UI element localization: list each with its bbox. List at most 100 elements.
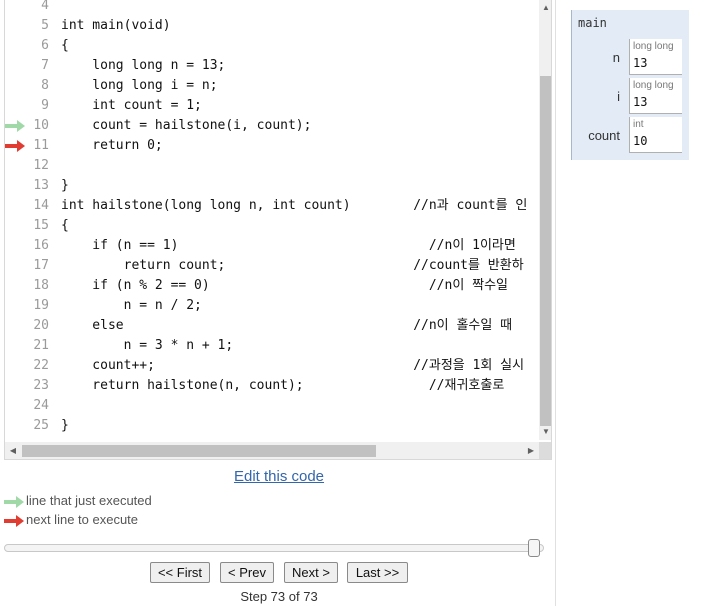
code-text: {	[61, 38, 69, 53]
code-text: long long n = 13;	[61, 58, 226, 73]
step-slider[interactable]	[4, 539, 544, 557]
line-number: 9	[41, 98, 49, 113]
code-line: 5 int main(void)	[5, 16, 539, 36]
variable-row-i: i long long 13	[572, 78, 690, 116]
line-number: 11	[33, 138, 49, 153]
variable-name: n	[612, 50, 620, 65]
line-gutter	[5, 196, 27, 216]
slider-track[interactable]	[4, 544, 544, 552]
code-line: 18 if (n % 2 == 0) //n이 짝수일	[5, 276, 539, 296]
scroll-up-icon[interactable]: ▲	[539, 0, 551, 16]
line-gutter	[5, 36, 27, 56]
line-gutter	[5, 0, 27, 16]
variable-value: 10	[633, 134, 648, 148]
line-number: 19	[33, 298, 49, 313]
line-gutter	[5, 316, 27, 336]
horizontal-scrollbar[interactable]: ◀ ▶	[5, 442, 539, 459]
variable-value-box: long long 13	[629, 78, 682, 114]
code-line: 7 long long n = 13;	[5, 56, 539, 76]
line-gutter	[5, 76, 27, 96]
red-arrow-icon	[4, 515, 24, 527]
line-gutter	[5, 256, 27, 276]
code-line: 24	[5, 396, 539, 416]
last-button[interactable]: Last >>	[347, 562, 408, 583]
variable-row-n: n long long 13	[572, 39, 690, 77]
line-number: 7	[41, 58, 49, 73]
line-gutter	[5, 276, 27, 296]
variable-value-box: int 10	[629, 117, 682, 153]
slider-handle[interactable]	[528, 539, 540, 557]
code-text: }	[61, 178, 69, 193]
frame-title: main	[578, 16, 607, 30]
line-number: 14	[33, 198, 49, 213]
line-number: 12	[33, 158, 49, 173]
code-line: 19 n = n / 2;	[5, 296, 539, 316]
line-number: 16	[33, 238, 49, 253]
line-gutter	[5, 376, 27, 396]
next-button[interactable]: Next >	[284, 562, 338, 583]
line-gutter	[5, 296, 27, 316]
code-line: 16 if (n == 1) //n이 1이라면	[5, 236, 539, 256]
code-text: count++; //과정을 1회 실시	[61, 358, 525, 373]
variable-name: i	[617, 89, 620, 104]
code-line: 9 int count = 1;	[5, 96, 539, 116]
line-number: 25	[33, 418, 49, 433]
line-gutter	[5, 396, 27, 416]
code-text: if (n % 2 == 0) //n이 짝수일	[61, 278, 508, 293]
code-line: 14 int hailstone(long long n, int count) …	[5, 196, 539, 216]
code-line: 22 count++; //과정을 1회 실시	[5, 356, 539, 376]
legend-next-label: next line to execute	[26, 512, 139, 527]
line-number: 6	[41, 38, 49, 53]
code-text: int hailstone(long long n, int count) //…	[61, 198, 528, 213]
code-text: else //n이 홀수일 때	[61, 318, 513, 333]
code-line: 23 return hailstone(n, count); //재귀호출로	[5, 376, 539, 396]
variable-value: 13	[633, 95, 648, 109]
stack-frame-main: main n long long 13 i long long 13 count…	[571, 10, 689, 160]
line-number: 13	[33, 178, 49, 193]
horizontal-scroll-thumb[interactable]	[22, 445, 376, 457]
line-gutter	[5, 56, 27, 76]
green-arrow-icon	[5, 116, 27, 136]
vertical-scrollbar[interactable]: ▲ ▼	[539, 0, 551, 440]
scroll-left-icon[interactable]: ◀	[5, 442, 21, 459]
line-number: 21	[33, 338, 49, 353]
scroll-right-icon[interactable]: ▶	[523, 442, 539, 459]
code-text: return count; //count를 반환하	[61, 258, 524, 273]
variable-name: count	[588, 128, 620, 143]
code-line: 11 return 0;	[5, 136, 539, 156]
line-number: 8	[41, 78, 49, 93]
line-number: 5	[41, 18, 49, 33]
code-text: return 0;	[61, 138, 163, 153]
line-gutter	[5, 416, 27, 436]
code-line: 20 else //n이 홀수일 때	[5, 316, 539, 336]
code-lines: 4 5 int main(void) 6{7 long long n = 13; 8 l…	[5, 0, 539, 440]
green-arrow-icon	[4, 496, 24, 508]
scroll-down-icon[interactable]: ▼	[539, 424, 551, 440]
edit-code-link[interactable]: Edit this code	[4, 468, 554, 485]
line-gutter	[5, 156, 27, 176]
code-line: 13}	[5, 176, 539, 196]
code-line: 6{	[5, 36, 539, 56]
vertical-scroll-thumb[interactable]	[540, 76, 551, 426]
variable-type: long long	[633, 41, 674, 52]
line-gutter	[5, 176, 27, 196]
variable-value-box: long long 13	[629, 39, 682, 75]
code-text: int main(void)	[61, 18, 171, 33]
code-line: 21 n = 3 * n + 1;	[5, 336, 539, 356]
variable-type: long long	[633, 80, 674, 91]
line-gutter	[5, 16, 27, 36]
first-button[interactable]: << First	[150, 562, 210, 583]
code-text: return hailstone(n, count); //재귀호출로	[61, 378, 505, 393]
line-gutter	[5, 96, 27, 116]
code-line: 12	[5, 156, 539, 176]
code-line: 17 return count; //count를 반환하	[5, 256, 539, 276]
line-number: 15	[33, 218, 49, 233]
line-number: 17	[33, 258, 49, 273]
code-line: 25}	[5, 416, 539, 436]
line-number: 24	[33, 398, 49, 413]
prev-button[interactable]: < Prev	[220, 562, 274, 583]
line-number: 18	[33, 278, 49, 293]
variable-type: int	[633, 119, 644, 130]
line-gutter	[5, 216, 27, 236]
code-text: count = hailstone(i, count);	[61, 118, 312, 133]
